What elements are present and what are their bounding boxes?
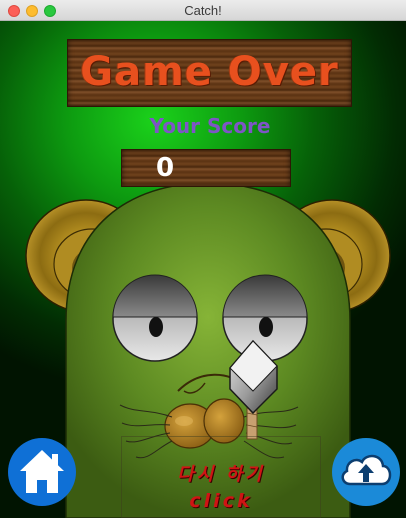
- score-label: Your Score: [149, 114, 271, 138]
- left-eye: [112, 274, 198, 362]
- right-eye: [222, 274, 308, 362]
- score-value: 0: [155, 153, 175, 183]
- window-title: Catch!: [184, 3, 222, 18]
- retry-label-click: click: [189, 490, 253, 512]
- home-icon: [20, 450, 64, 493]
- retry-label-korean: 다시 하기: [177, 464, 265, 485]
- home-button[interactable]: [8, 438, 76, 506]
- upload-button[interactable]: [332, 438, 400, 506]
- app-window: Catch! Game Over Your Score 0 다시 하기 clic…: [0, 0, 406, 518]
- title-bar: Catch!: [0, 0, 406, 21]
- cloud-upload-icon: [341, 454, 392, 486]
- retry-button[interactable]: 다시 하기 click: [121, 436, 321, 518]
- game-over-title: Game Over: [80, 49, 339, 95]
- score-plank: [121, 149, 291, 187]
- game-stage: Game Over Your Score 0 다시 하기 click: [0, 21, 406, 518]
